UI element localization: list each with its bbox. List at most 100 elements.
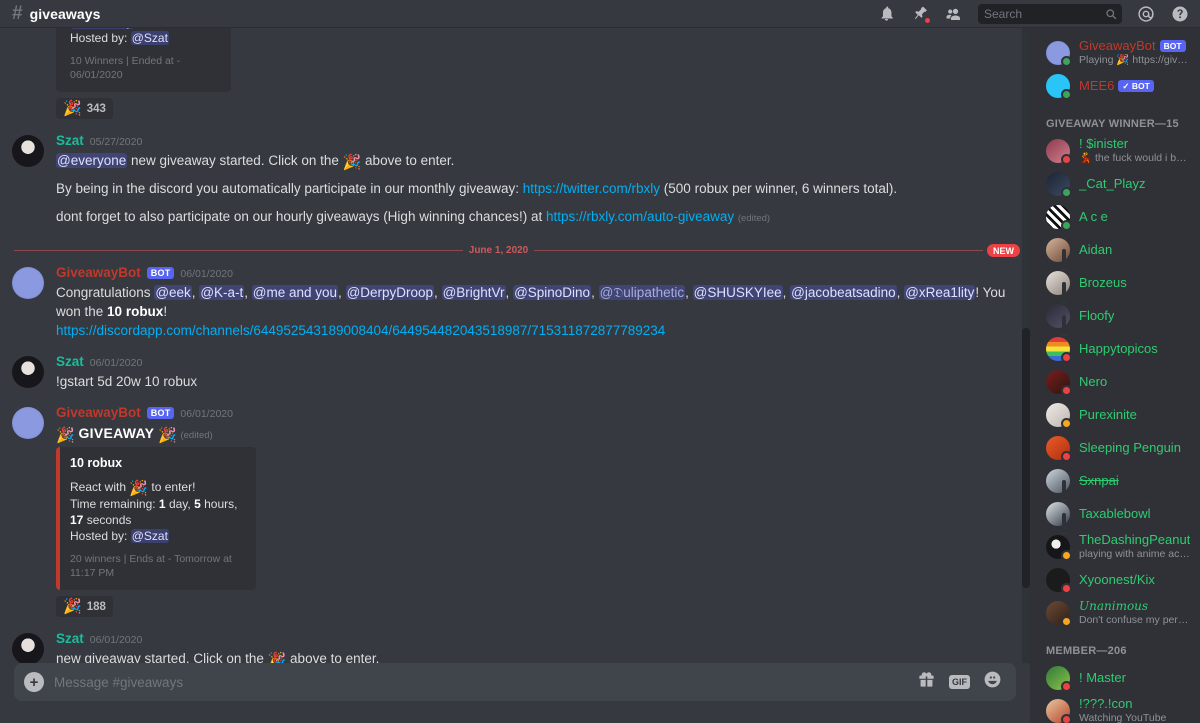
member-list-item[interactable]: _Cat_Playz (1030, 167, 1200, 200)
member-name[interactable]: Sleeping Penguin (1079, 440, 1181, 456)
bell-icon[interactable] (876, 4, 896, 24)
member-name[interactable]: Aidan (1079, 242, 1112, 258)
search-input[interactable]: Search (978, 3, 1122, 24)
member-name[interactable]: Floofy (1079, 308, 1114, 324)
winner-mention[interactable]: @DerpyDroop (345, 285, 435, 300)
member-list-item[interactable]: Sxnpai (1030, 464, 1200, 501)
member-name[interactable]: _Cat_Playz (1079, 176, 1145, 192)
member-name[interactable]: Happytopicos (1079, 341, 1158, 357)
add-attachment-icon[interactable]: + (24, 672, 44, 692)
help-icon[interactable] (1170, 4, 1190, 24)
member-list-item[interactable]: Nero (1030, 365, 1200, 398)
member-list-item[interactable]: Aidan (1030, 233, 1200, 270)
member-name[interactable]: Nero (1079, 374, 1107, 390)
avatar[interactable] (12, 356, 44, 388)
avatar[interactable] (1046, 303, 1070, 336)
member-list-item[interactable]: Sleeping Penguin (1030, 431, 1200, 464)
member-name[interactable]: Purexinite (1079, 407, 1137, 423)
member-list-item[interactable]: !???.!con Watching YouTube (1030, 694, 1200, 723)
member-list[interactable]: GiveawayBotBOTPlaying 🎉 https://giveaway… (1030, 28, 1200, 723)
avatar[interactable] (1046, 567, 1072, 594)
gif-icon[interactable]: GIF (949, 675, 970, 689)
message-list[interactable]: @jacobeatsadino @xRea1lity Hosted by: @S… (0, 28, 1030, 663)
avatar[interactable] (1046, 435, 1072, 462)
message-input-placeholder[interactable]: Message #giveaways (54, 675, 917, 690)
avatar[interactable] (12, 135, 44, 167)
author-name[interactable]: GiveawayBot (56, 265, 141, 281)
member-list-item[interactable]: TheDashingPeanut playing with anime actio… (1030, 530, 1200, 563)
reaction-chip[interactable]: 🎉 343 (56, 98, 113, 119)
winner-mention[interactable]: @BrightVr (441, 285, 506, 300)
member-list-item[interactable]: MEE6 ✓ BOT (1030, 69, 1200, 102)
member-list-item[interactable]: Taxablebowl (1030, 497, 1200, 534)
pin-icon[interactable] (910, 4, 931, 24)
avatar[interactable] (12, 267, 44, 299)
everyone-mention[interactable]: @everyone (56, 153, 128, 168)
member-name[interactable]: Xyoonest/Kix (1079, 572, 1155, 588)
members-icon[interactable] (944, 4, 964, 24)
member-list-item[interactable]: Brozeus (1030, 266, 1200, 303)
winner-mention[interactable]: @xRea1lity (904, 285, 976, 300)
author-name[interactable]: GiveawayBot (56, 405, 141, 421)
winner-mention[interactable]: @SHUSKYIee (692, 285, 783, 300)
author-name[interactable]: Szat (56, 133, 84, 149)
member-list-item[interactable]: UnanimousDon't confuse my personality … (1030, 596, 1200, 629)
avatar[interactable] (12, 407, 44, 439)
message-permalink[interactable]: https://discordapp.com/channels/64495254… (56, 323, 665, 338)
member-list-item[interactable]: ! $inister💃 the fuck would i be without … (1030, 134, 1200, 167)
avatar[interactable] (1046, 73, 1072, 100)
emoji-icon[interactable] (983, 670, 1002, 694)
avatar[interactable] (1046, 369, 1072, 396)
avatar[interactable] (1046, 468, 1070, 501)
avatar[interactable] (1046, 698, 1072, 723)
hosted-by[interactable]: @Szat (130, 529, 169, 543)
member-name[interactable]: Unanimous (1079, 598, 1148, 614)
member-list-item[interactable]: Purexinite (1030, 398, 1200, 431)
member-list-item[interactable]: GiveawayBotBOTPlaying 🎉 https://giveaway… (1030, 36, 1200, 69)
avatar[interactable] (1046, 171, 1072, 198)
member-name[interactable]: Brozeus (1079, 275, 1127, 291)
member-list-item[interactable]: ! Master (1030, 661, 1200, 694)
avatar[interactable] (1046, 138, 1072, 165)
reaction-chip[interactable]: 🎉 188 (56, 596, 113, 617)
winner-mention[interactable]: @me and you (251, 285, 339, 300)
author-name[interactable]: Szat (56, 354, 84, 370)
winner-mention[interactable]: @eek (154, 285, 192, 300)
member-name[interactable]: ! $inister (1079, 136, 1128, 152)
avatar[interactable] (1046, 270, 1070, 303)
avatar[interactable] (12, 633, 44, 663)
gift-icon[interactable] (917, 670, 936, 694)
avatar[interactable] (1046, 665, 1072, 692)
avatar[interactable] (1046, 336, 1072, 363)
chat-scrollbar-thumb[interactable] (1022, 328, 1030, 588)
avatar[interactable] (1046, 237, 1070, 270)
avatar[interactable] (1046, 501, 1070, 534)
avatar[interactable] (1046, 534, 1072, 561)
member-name[interactable]: TheDashingPeanut (1079, 532, 1190, 548)
winner-mention[interactable]: @SpinoDino (513, 285, 592, 300)
embed-hosted-by[interactable]: @Szat (130, 31, 169, 45)
avatar[interactable] (1046, 204, 1072, 231)
avatar[interactable] (1046, 402, 1072, 429)
avatar[interactable] (1046, 40, 1072, 67)
member-list-item[interactable]: Happytopicos (1030, 332, 1200, 365)
autogiveaway-link[interactable]: https://rbxly.com/auto-giveaway (546, 209, 734, 224)
author-name[interactable]: Szat (56, 631, 84, 647)
member-list-item[interactable]: Xyoonest/Kix (1030, 563, 1200, 596)
member-name[interactable]: MEE6 (1079, 78, 1114, 94)
winner-mention[interactable]: @jacobeatsadino (790, 285, 897, 300)
member-name[interactable]: GiveawayBot (1079, 38, 1156, 54)
member-name[interactable]: Sxnpai (1079, 473, 1119, 489)
avatar[interactable] (1046, 600, 1072, 627)
embed-winner-2[interactable]: @xRea1lity (70, 28, 134, 29)
winner-mention[interactable]: @K-a-t (199, 285, 245, 300)
member-name[interactable]: !???.!con (1079, 696, 1133, 712)
member-name[interactable]: ! Master (1079, 670, 1126, 686)
twitter-link[interactable]: https://twitter.com/rbxly (523, 181, 660, 196)
member-name[interactable]: A c e (1079, 209, 1108, 225)
member-list-item[interactable]: A c e (1030, 200, 1200, 233)
winner-mention[interactable]: @𝔇ulipathetic (598, 285, 686, 300)
composer-box[interactable]: + Message #giveaways GIF (14, 663, 1016, 701)
mentions-icon[interactable] (1136, 4, 1156, 24)
chat-scrollbar[interactable] (1022, 28, 1030, 663)
